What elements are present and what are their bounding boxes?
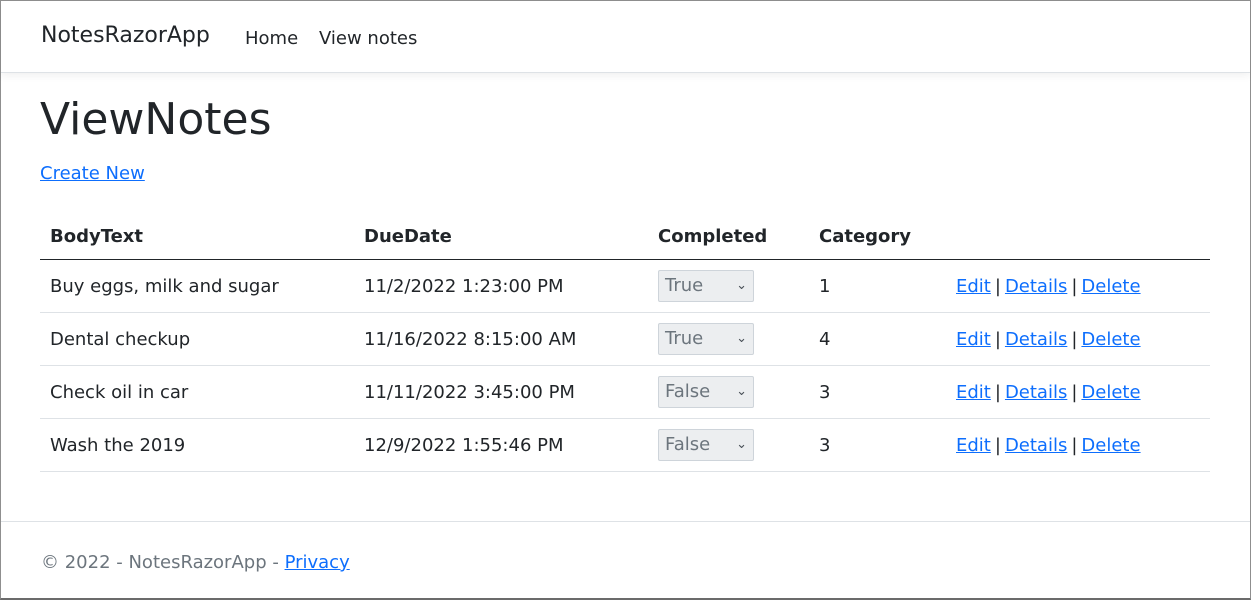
table-row: Buy eggs, milk and sugar 11/2/2022 1:23:0… bbox=[40, 259, 1210, 313]
cell-bodytext: Wash the 2019 bbox=[40, 418, 354, 472]
table-header-row: BodyText DueDate Completed Category bbox=[40, 213, 1210, 260]
cell-actions: Edit | Details | Delete bbox=[946, 312, 1210, 366]
action-separator: | bbox=[994, 434, 1001, 456]
completed-value: False bbox=[665, 434, 711, 455]
cell-completed: True ⌄ bbox=[648, 259, 809, 313]
completed-select[interactable]: False ⌄ bbox=[658, 429, 754, 461]
cell-duedate: 11/16/2022 8:15:00 AM bbox=[354, 312, 648, 366]
top-navbar: NotesRazorApp Home View notes bbox=[1, 1, 1250, 73]
cell-category: 3 bbox=[809, 418, 946, 472]
cell-completed: False ⌄ bbox=[648, 365, 809, 419]
completed-select[interactable]: True ⌄ bbox=[658, 270, 754, 302]
copyright-text: © 2022 - NotesRazorApp - bbox=[41, 552, 285, 573]
completed-select[interactable]: False ⌄ bbox=[658, 376, 754, 408]
cell-completed: True ⌄ bbox=[648, 312, 809, 366]
edit-link[interactable]: Edit bbox=[956, 382, 991, 403]
details-link[interactable]: Details bbox=[1005, 435, 1067, 456]
cell-category: 4 bbox=[809, 312, 946, 366]
cell-actions: Edit | Details | Delete bbox=[946, 418, 1210, 472]
cell-completed: False ⌄ bbox=[648, 418, 809, 472]
cell-bodytext: Dental checkup bbox=[40, 312, 354, 366]
details-link[interactable]: Details bbox=[1005, 382, 1067, 403]
chevron-down-icon: ⌄ bbox=[736, 437, 747, 452]
header-bodytext: BodyText bbox=[40, 213, 354, 260]
action-separator: | bbox=[994, 275, 1001, 297]
notes-table: BodyText DueDate Completed Category Buy … bbox=[40, 213, 1210, 472]
header-actions bbox=[946, 213, 1210, 260]
edit-link[interactable]: Edit bbox=[956, 435, 991, 456]
cell-duedate: 11/2/2022 1:23:00 PM bbox=[354, 259, 648, 313]
delete-link[interactable]: Delete bbox=[1081, 382, 1140, 403]
brand-link[interactable]: NotesRazorApp bbox=[41, 23, 210, 48]
edit-link[interactable]: Edit bbox=[956, 329, 991, 350]
table-row: Wash the 2019 12/9/2022 1:55:46 PM False ⌄ 3… bbox=[40, 418, 1210, 472]
page-footer: © 2022 - NotesRazorApp - Privacy bbox=[1, 521, 1250, 598]
cell-category: 1 bbox=[809, 259, 946, 313]
completed-value: False bbox=[665, 381, 711, 402]
action-separator: | bbox=[994, 381, 1001, 403]
cell-bodytext: Check oil in car bbox=[40, 365, 354, 419]
chevron-down-icon: ⌄ bbox=[736, 384, 747, 399]
completed-value: True bbox=[665, 328, 704, 349]
create-new-link[interactable]: Create New bbox=[40, 163, 145, 184]
action-separator: | bbox=[1071, 328, 1078, 350]
table-row: Check oil in car 11/11/2022 3:45:00 PM Fal… bbox=[40, 365, 1210, 419]
edit-link[interactable]: Edit bbox=[956, 276, 991, 297]
action-separator: | bbox=[1071, 434, 1078, 456]
cell-duedate: 11/11/2022 3:45:00 PM bbox=[354, 365, 648, 419]
action-separator: | bbox=[1071, 275, 1078, 297]
header-category: Category bbox=[809, 213, 946, 260]
completed-select[interactable]: True ⌄ bbox=[658, 323, 754, 355]
nav-home[interactable]: Home bbox=[245, 28, 298, 49]
details-link[interactable]: Details bbox=[1005, 329, 1067, 350]
cell-actions: Edit | Details | Delete bbox=[946, 259, 1210, 313]
header-completed: Completed bbox=[648, 213, 809, 260]
chevron-down-icon: ⌄ bbox=[736, 278, 747, 293]
delete-link[interactable]: Delete bbox=[1081, 435, 1140, 456]
cell-category: 3 bbox=[809, 365, 946, 419]
page-title: ViewNotes bbox=[40, 94, 272, 145]
delete-link[interactable]: Delete bbox=[1081, 329, 1140, 350]
footer-text: © 2022 - NotesRazorApp - Privacy bbox=[41, 552, 350, 573]
cell-actions: Edit | Details | Delete bbox=[946, 365, 1210, 419]
privacy-link[interactable]: Privacy bbox=[285, 552, 350, 573]
delete-link[interactable]: Delete bbox=[1081, 276, 1140, 297]
chevron-down-icon: ⌄ bbox=[736, 331, 747, 346]
details-link[interactable]: Details bbox=[1005, 276, 1067, 297]
table-row: Dental checkup 11/16/2022 8:15:00 AM True ⌄… bbox=[40, 312, 1210, 366]
completed-value: True bbox=[665, 275, 704, 296]
cell-duedate: 12/9/2022 1:55:46 PM bbox=[354, 418, 648, 472]
action-separator: | bbox=[1071, 381, 1078, 403]
action-separator: | bbox=[994, 328, 1001, 350]
header-duedate: DueDate bbox=[354, 213, 648, 260]
nav-view-notes[interactable]: View notes bbox=[319, 28, 417, 49]
cell-bodytext: Buy eggs, milk and sugar bbox=[40, 259, 354, 313]
